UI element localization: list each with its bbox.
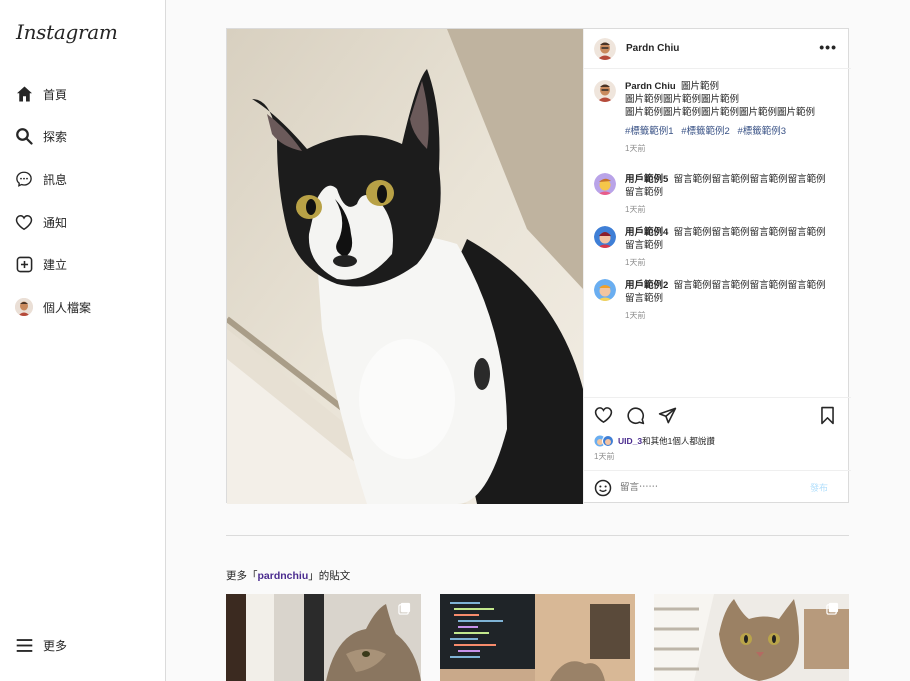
more-posts-prefix: 更多「	[226, 570, 258, 582]
timestamp: 1天前	[625, 144, 646, 153]
timestamp: 1天前	[594, 452, 615, 461]
sidebar-item-more[interactable]: 更多	[14, 632, 67, 658]
comment-item: 用戶範例5 留言範例留言範例留言範例留言範例留言範例 1天前	[594, 173, 844, 216]
post-side-panel: Pardn Chiu ••• Pardn Chiu 圖片範例 圖片範例圖片範例圖…	[583, 29, 851, 504]
sidebar-item-create[interactable]: 建立	[14, 251, 67, 277]
avatar[interactable]	[594, 80, 616, 102]
caption-username[interactable]: Pardn Chiu	[625, 81, 676, 92]
more-post-thumbnail[interactable]	[440, 594, 635, 681]
more-posts-suffix: 」的貼文	[308, 570, 351, 582]
avatar[interactable]	[594, 173, 616, 195]
sidebar-item-label: 首頁	[43, 87, 68, 102]
avatar[interactable]	[594, 37, 616, 60]
search-icon	[14, 126, 34, 146]
section-divider	[226, 535, 849, 536]
multiple-images-icon	[398, 602, 411, 615]
timestamp: 1天前	[625, 205, 646, 214]
comment-input[interactable]	[620, 482, 810, 493]
liker-avatars-icon	[594, 435, 614, 447]
hashtag-link[interactable]: #標籤範例2	[681, 126, 730, 137]
sidebar-item-messages[interactable]: 訊息	[14, 166, 67, 192]
like-heart-icon[interactable]	[594, 406, 614, 426]
avatar[interactable]	[594, 226, 616, 248]
post-caption: Pardn Chiu 圖片範例 圖片範例圖片範例圖片範例 圖片範例圖片範例圖片範…	[594, 80, 844, 155]
likes-text: 和其他1個人都說讚	[642, 436, 715, 446]
more-post-thumbnail[interactable]	[654, 594, 849, 681]
caption-text: 圖片範例	[680, 81, 719, 92]
comment-username[interactable]: 用戶範例5	[625, 174, 668, 185]
post-comment-button[interactable]: 發布	[810, 481, 828, 494]
caption-line: 圖片範例圖片範例圖片範例圖片範例圖片範例	[625, 107, 816, 118]
post-card: Pardn Chiu ••• Pardn Chiu 圖片範例 圖片範例圖片範例圖…	[226, 28, 851, 504]
multiple-images-icon	[826, 602, 839, 615]
comment-username[interactable]: 用戶範例2	[625, 280, 668, 291]
plus-square-icon	[14, 254, 34, 274]
post-header: Pardn Chiu •••	[584, 29, 851, 69]
share-paper-plane-icon[interactable]	[658, 406, 678, 426]
sidebar-item-home[interactable]: 首頁	[14, 81, 67, 107]
sidebar-item-explore[interactable]: 探索	[14, 123, 67, 149]
avatar[interactable]	[594, 279, 616, 301]
sidebar-item-label: 訊息	[43, 172, 68, 187]
sidebar-item-label: 探索	[43, 129, 68, 144]
comment-item: 用戶範例2 留言範例留言範例留言範例留言範例留言範例 1天前	[594, 279, 844, 322]
hashtag-link[interactable]: #標籤範例1	[625, 126, 674, 137]
add-comment-bar: 發布	[584, 470, 851, 504]
comment-username[interactable]: 用戶範例4	[625, 227, 668, 238]
more-options-icon[interactable]: •••	[819, 39, 837, 55]
timestamp: 1天前	[625, 311, 646, 320]
sidebar-item-label: 更多	[43, 638, 68, 653]
likes-summary[interactable]: UID_3 和其他1個人都說讚	[594, 435, 715, 447]
post-username[interactable]: Pardn Chiu	[626, 43, 679, 54]
hamburger-menu-icon	[14, 635, 34, 655]
emoji-smiley-icon[interactable]	[594, 479, 612, 497]
more-post-thumbnail[interactable]	[226, 594, 421, 681]
heart-icon	[14, 212, 34, 232]
messenger-icon	[14, 169, 34, 189]
sidebar-item-profile[interactable]: 個人檔案	[14, 294, 91, 320]
post-actions	[584, 397, 851, 435]
instagram-logo[interactable]: Instagram	[16, 20, 118, 44]
home-icon	[14, 84, 34, 104]
hashtag-link[interactable]: #標籤範例3	[737, 126, 786, 137]
sidebar-item-label: 通知	[43, 215, 68, 230]
liker-username[interactable]: UID_3	[618, 436, 642, 446]
bookmark-icon[interactable]	[820, 406, 840, 426]
sidebar: Instagram 首頁 探索 訊息 通知 建立 個人檔案 更多	[0, 0, 166, 681]
comment-item: 用戶範例4 留言範例留言範例留言範例留言範例留言範例 1天前	[594, 226, 844, 269]
sidebar-item-label: 個人檔案	[43, 300, 92, 315]
post-photo[interactable]	[227, 29, 583, 504]
timestamp: 1天前	[625, 258, 646, 267]
comment-bubble-icon[interactable]	[626, 406, 646, 426]
caption-line: 圖片範例圖片範例圖片範例	[625, 94, 740, 105]
avatar-icon	[14, 297, 34, 317]
sidebar-item-notifications[interactable]: 通知	[14, 209, 67, 235]
more-posts-account-link[interactable]: pardnchiu	[258, 570, 309, 582]
more-posts-title: 更多「pardnchiu」的貼文	[226, 568, 350, 583]
hashtags: #標籤範例1 #標籤範例2 #標籤範例3	[625, 125, 830, 138]
sidebar-item-label: 建立	[43, 257, 68, 272]
